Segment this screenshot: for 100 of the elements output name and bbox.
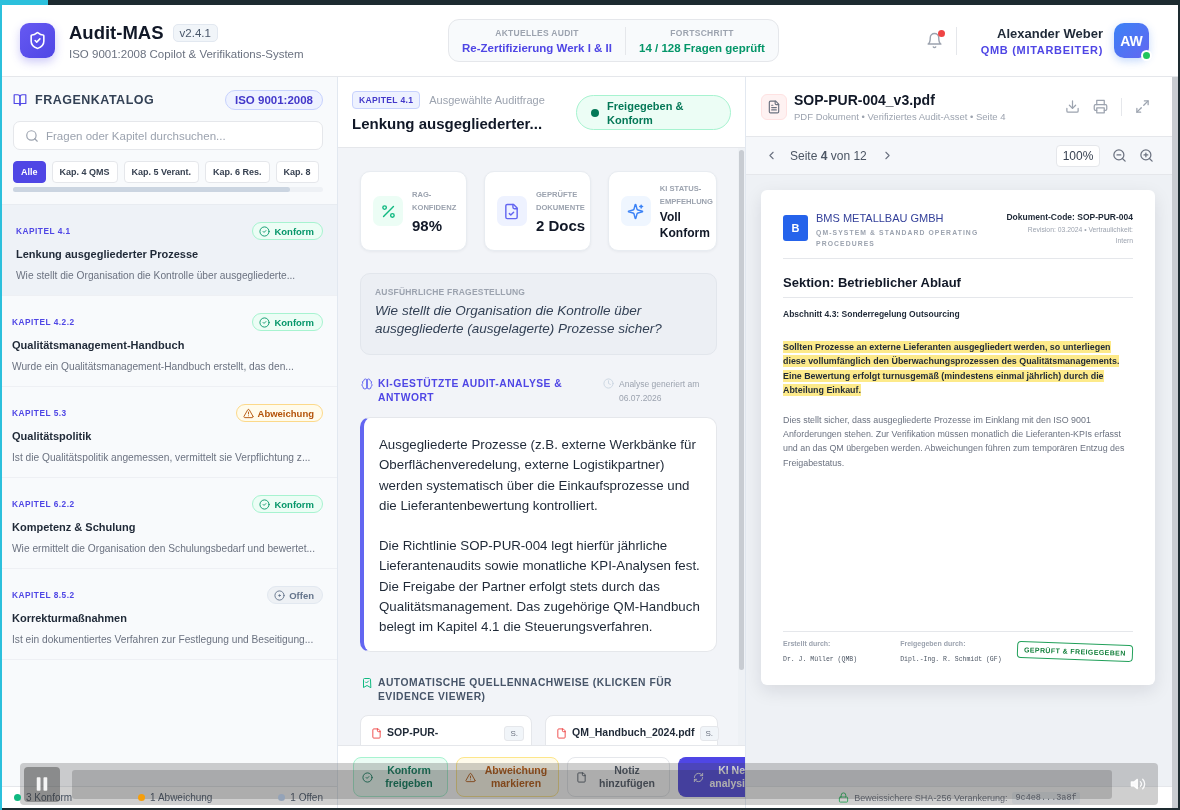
- question-title: Qualitätsmanagement-Handbuch: [12, 338, 186, 353]
- sparkles-icon: [620, 196, 651, 226]
- filter-chip[interactable]: Kap. 8: [275, 161, 319, 183]
- document-code: Dokument-Code: SOP-PUR-004: [1006, 212, 1133, 222]
- catalog-title: FRAGENKATALOG: [35, 93, 155, 107]
- search-field[interactable]: Fragen oder Kapitel durchsuchen...: [13, 121, 323, 150]
- action-button[interactable]: Notiz hinzufügen: [567, 757, 670, 797]
- clock-icon: [603, 378, 614, 389]
- printer-icon[interactable]: [1093, 99, 1108, 114]
- check-circle-icon: [259, 316, 271, 328]
- question-item[interactable]: KAPITEL 5.3 Abweichung Qualitätspolitik Ist die Qualitätspolitik angemessen, vermittelt sie Verpflichtung z...: [2, 387, 337, 478]
- question-text: Wie stellt die Organisation die Kontrolle über ausgegliederte (ausgelagerte) Prozesse sicher?: [375, 302, 663, 338]
- stat-value: 98%: [412, 217, 444, 234]
- status-text: Freigegeben & Konform: [607, 98, 685, 127]
- info-value: Re-Zertifizierung Werk I & II: [462, 41, 612, 54]
- status-text: Abweichung: [257, 407, 314, 419]
- horizontal-scrollbar[interactable]: [13, 187, 323, 192]
- chapter-label: KAPITEL 4.1: [352, 91, 421, 109]
- zoom-level[interactable]: 100%: [1056, 144, 1100, 167]
- chapter-label: KAPITEL 4.1: [16, 226, 71, 236]
- question-heading: Lenkung ausgegliederter...: [352, 115, 544, 132]
- file-text-icon: [761, 93, 787, 120]
- source-name: SOP-PUR-: [387, 726, 439, 738]
- question-title: Lenkung ausgegliederter Prozesse: [16, 247, 200, 262]
- filter-chip[interactable]: Kap. 5 Verant.: [123, 161, 200, 183]
- file-icon: [371, 728, 382, 739]
- source-card[interactable]: SOP-PUR- S.: [360, 715, 532, 745]
- chapter-label: KAPITEL 8.5.2: [12, 590, 75, 600]
- info-label: AKTUELLES AUDIT: [495, 27, 579, 38]
- question-preview: Wurde ein Qualitätsmanagement-Handbuch erstellt, das den...: [12, 360, 295, 374]
- status-dot-icon: [591, 108, 599, 117]
- circle-dot-icon: [274, 589, 286, 601]
- chapter-label: KAPITEL 4.2.2: [12, 317, 75, 327]
- app-subtitle: ISO 9001:2008 Copilot & Verifikations-System: [69, 47, 304, 60]
- question-item[interactable]: KAPITEL 8.5.2 Offen Korrekturmaßnahmen Ist ein dokumentiertes Verfahren zur Festlegung und Beseitigung...: [2, 569, 337, 660]
- standard-label: ISO 9001:2008: [225, 90, 323, 110]
- check-circle-icon: [259, 498, 271, 510]
- book-open-icon: [13, 93, 27, 107]
- app-title: Audit-MAS: [69, 21, 164, 44]
- source-name: QM_Handbuch_2024.pdf: [572, 726, 695, 738]
- brain-icon: [361, 378, 373, 390]
- download-icon[interactable]: [1065, 99, 1080, 114]
- hash-label: Beweissichere SHA-256 Verankerung:: [854, 792, 1008, 803]
- company-name: BMS METALLBAU GMBH: [816, 212, 945, 224]
- company-logo: B: [783, 215, 808, 241]
- file-meta: PDF Dokument • Verifiziertes Audit-Asset • Seite 4: [794, 110, 1006, 122]
- bookmark-check-icon: [361, 677, 373, 689]
- expand-icon[interactable]: [1135, 99, 1150, 114]
- filter-chip[interactable]: Kap. 6 Res.: [205, 161, 270, 183]
- question-preview: Ist die Qualitätspolitik angemessen, vermittelt sie Verpflichtung z...: [12, 451, 312, 465]
- file-icon: [576, 771, 587, 783]
- subsection-heading: Abschnitt 4.3: Sonderregelung Outsourcing: [783, 309, 961, 319]
- filter-chip[interactable]: Kap. 4 QMS: [51, 161, 118, 183]
- version-label: v2.4.1: [172, 23, 218, 42]
- status-text: Konform: [274, 498, 314, 510]
- generated-date: Analyse generiert am 06.07.2026: [619, 378, 701, 405]
- document-paragraph: Sollten Prozesse an externe Lieferanten ausgegliedert werden, so unterliegen diese vollumfänglich den Überwachungsprozessen des Qualitätsmanagements. Eine Bewertung erfolgt turnusgemäß (mindestens einmal jährlich) durch die Abteilung Einkauf.: [783, 340, 1121, 398]
- file-name: SOP-PUR-004_v3.pdf: [794, 91, 936, 108]
- user-name: Alexander Weber: [996, 25, 1103, 41]
- page-label: S.: [699, 726, 720, 741]
- analysis-paragraph: Die Richtlinie SOP-PUR-004 legt hierfür jährliche Lieferantenaudits sowie monatliche KPI-Analysen fest. Die Freigabe der Partner erfolgt stets durch das Qualitätsmanagement. Das zugehörige QM-Handbuch belegt im Kapitel 4.1 die Steuerungsverfahren.: [379, 537, 700, 637]
- question-preview: Wie ermittelt die Organisation den Schulungsbedarf und bewertet...: [12, 542, 316, 556]
- search-icon: [25, 128, 39, 143]
- hash-value: 9c4e8...3a8f: [1012, 791, 1080, 804]
- panel-caption: Ausgewählte Auditfrage: [429, 94, 545, 106]
- check-circle-icon: [362, 771, 373, 783]
- file-check-icon: [496, 196, 527, 226]
- status-count: 1 Abweichung: [150, 792, 213, 803]
- warning-icon: [242, 407, 254, 419]
- status-text: Konform: [274, 225, 314, 237]
- question-item[interactable]: KAPITEL 6.2.2 Konform Kompetenz & Schulung Wie ermittelt die Organisation den Schulungsbedarf und bewertet...: [2, 478, 337, 569]
- user-role: QMB (MITARBEITER): [980, 43, 1103, 56]
- zoom-in-icon[interactable]: [1139, 148, 1154, 163]
- stat-value: Voll Konform: [659, 208, 711, 241]
- section-heading: Sektion: Betrieblicher Ablauf: [783, 275, 1133, 298]
- lock-icon: [838, 792, 850, 803]
- shield-check-icon: [20, 23, 55, 58]
- warning-icon: [465, 771, 476, 783]
- question-title: Qualitätspolitik: [12, 429, 93, 444]
- refresh-icon: [693, 771, 704, 783]
- question-item[interactable]: KAPITEL 4.2.2 Konform Qualitätsmanagement-Handbuch Wurde ein Qualitätsmanagement-Handbuch erstellt, das den...: [2, 296, 337, 387]
- page-label: S.: [504, 726, 524, 741]
- zoom-out-icon[interactable]: [1112, 148, 1127, 163]
- action-button[interactable]: KI Ne analysi: [678, 757, 745, 797]
- status-count: 1 Offen: [290, 792, 323, 803]
- question-item[interactable]: KAPITEL 4.1 Konform Lenkung ausgegliederter Prozesse Wie stellt die Organisation die Kontrolle über ausgegliederte...: [2, 205, 337, 296]
- vertical-scrollbar[interactable]: [738, 148, 745, 745]
- info-value: 14 / 128 Fragen geprüft: [639, 41, 765, 54]
- status-text: Konform: [274, 316, 314, 328]
- filter-chip[interactable]: Alle: [13, 161, 46, 183]
- chapter-label: KAPITEL 5.3: [12, 408, 67, 418]
- check-circle-icon: [259, 225, 271, 237]
- question-title: Kompetenz & Schulung: [12, 520, 137, 535]
- page-indicator: Seite 4 von 12: [790, 148, 867, 163]
- file-icon: [556, 728, 567, 739]
- user-avatar[interactable]: AW: [1114, 23, 1149, 58]
- question-preview: Ist ein dokumentiertes Verfahren zur Festlegung und Beseitigung...: [12, 633, 315, 647]
- question-title: Korrekturmaßnahmen: [12, 611, 128, 626]
- source-card[interactable]: QM_Handbuch_2024.pdf S.: [545, 715, 718, 745]
- bell-icon[interactable]: [925, 32, 943, 49]
